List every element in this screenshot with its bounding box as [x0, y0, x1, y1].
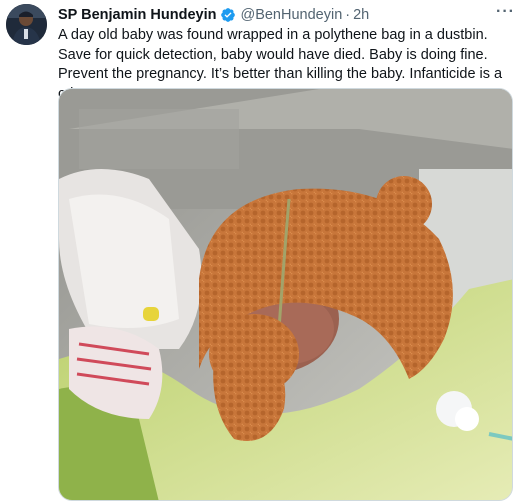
tweet-timestamp[interactable]: 2h: [353, 7, 369, 23]
tweet-media-photo[interactable]: [58, 88, 513, 501]
verified-badge-icon: [221, 8, 236, 22]
tweet-card[interactable]: SP Benjamin Hundeyin @BenHundeyin · 2h ·…: [0, 0, 525, 504]
author-handle[interactable]: @BenHundeyin: [240, 7, 342, 23]
author-name[interactable]: SP Benjamin Hundeyin: [58, 7, 216, 23]
avatar-photo: [6, 4, 47, 45]
tweet-header: SP Benjamin Hundeyin @BenHundeyin · 2h: [58, 6, 369, 24]
header-separator: ·: [345, 7, 351, 23]
more-options-icon[interactable]: ···: [496, 4, 515, 20]
author-avatar[interactable]: [6, 4, 47, 45]
baby-photo: [59, 89, 512, 500]
